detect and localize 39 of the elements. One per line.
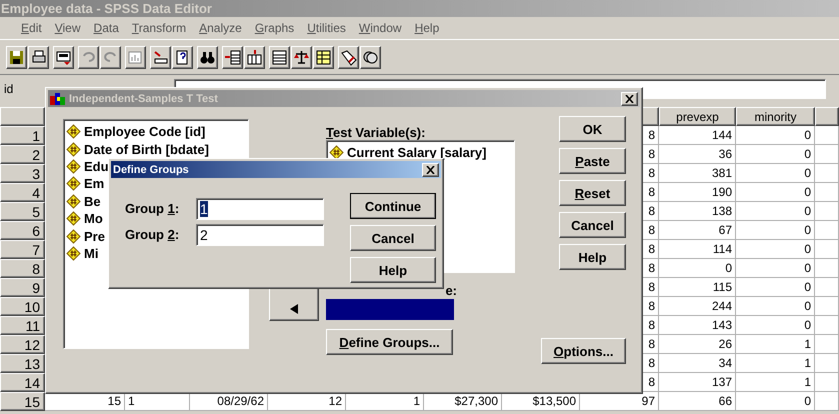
table-cell: 138 [659,202,736,221]
table-cell: 0 [659,259,736,278]
table-cell: 97 [580,392,659,411]
table-cell: 143 [659,316,736,335]
table-cell: 36 [659,145,736,164]
table-cell: 1 [736,335,815,354]
table-cell: 26 [659,335,736,354]
table-cell: 0 [736,145,815,164]
table-cell: 0 [736,278,815,297]
test-variables-label: Test Variable(s): [326,125,426,140]
table-cell: 0 [736,297,815,316]
table-cell: 0 [736,392,815,411]
table-cell: 0 [736,126,815,145]
table-cell: 0 [736,259,815,278]
table-cell: 115 [659,278,736,297]
cell-reference: id [3,82,14,96]
group-label: Group 1: [125,201,180,216]
table-cell: 114 [659,240,736,259]
table-cell: 67 [659,221,736,240]
table-cell: 1 [736,373,815,392]
dialog-title: Independent-Samples T Test [69,92,218,104]
table-cell: 137 [659,373,736,392]
group-label: Group 2: [125,227,180,242]
table-cell: 0 [736,202,815,221]
table-cell: 34 [659,354,736,373]
window-title: Employee data - SPSS Data Editor [1,1,212,16]
table-cell: 244 [659,297,736,316]
table-cell: 0 [736,183,815,202]
table-cell: 1 [736,354,815,373]
table-cell: 144 [659,126,736,145]
grouping-variable-label: e: [445,283,457,298]
table-cell: 381 [659,164,736,183]
table-cell: 66 [659,392,736,411]
table-cell: 0 [736,164,815,183]
table-cell: 0 [736,240,815,259]
table-cell: 0 [736,316,815,335]
table-cell: 0 [736,221,815,240]
table-cell: 190 [659,183,736,202]
dialog-title: Define Groups [113,164,189,176]
